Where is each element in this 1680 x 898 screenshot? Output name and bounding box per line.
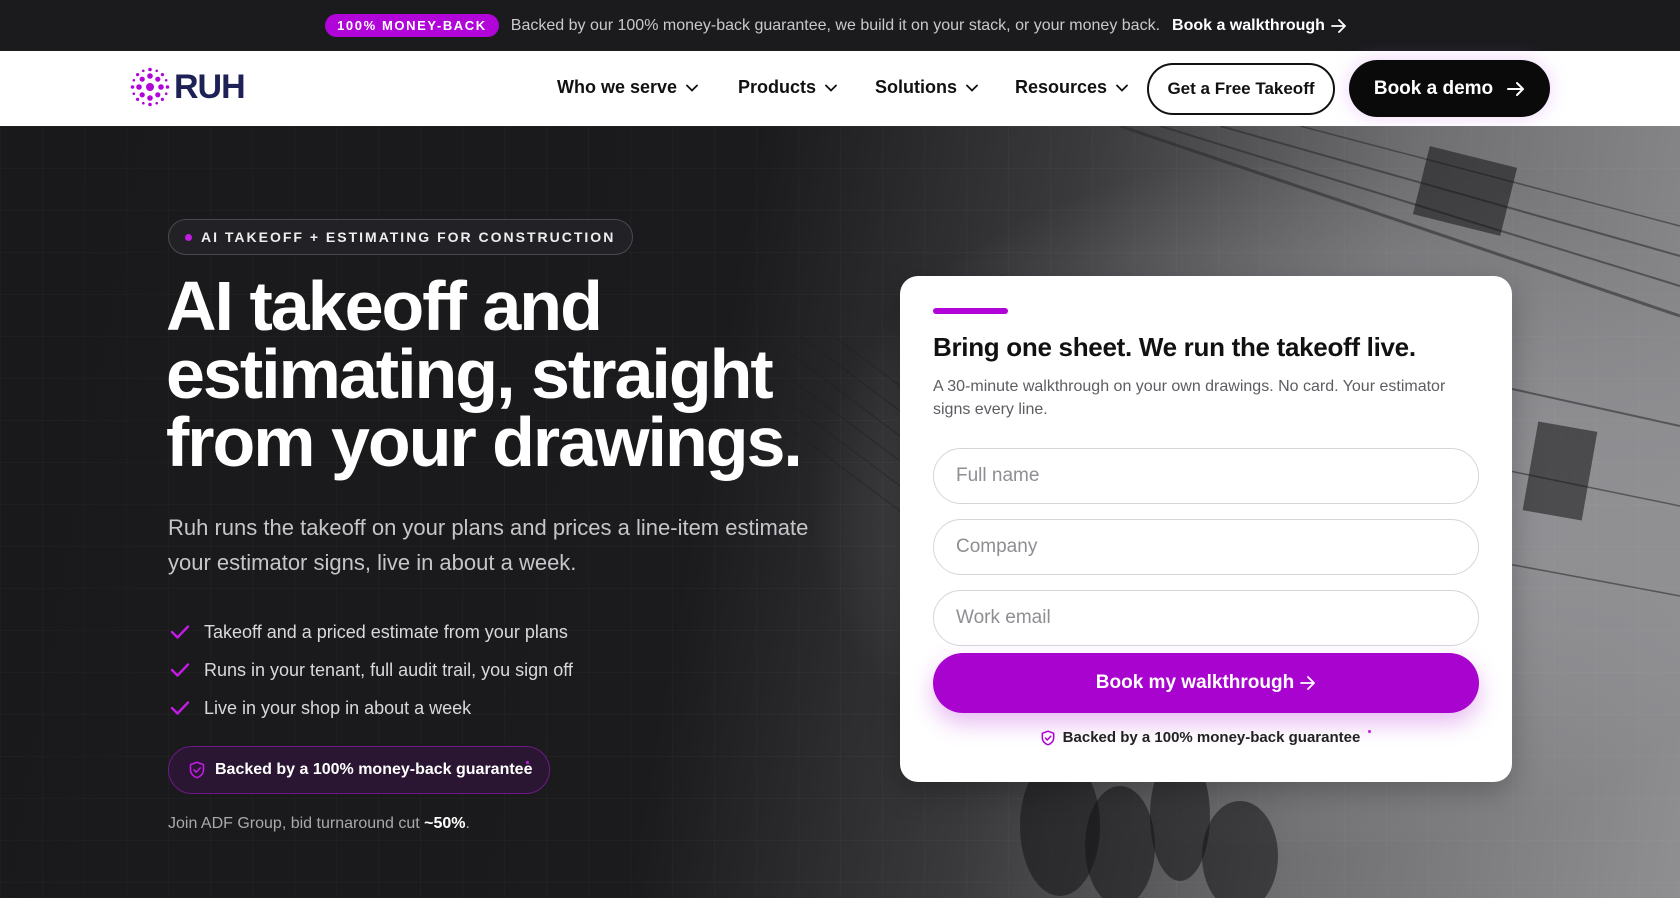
chevron-down-icon bbox=[825, 84, 837, 92]
checklist-item-text: Runs in your tenant, full audit trail, y… bbox=[204, 659, 573, 680]
hero-subhead: Ruh runs the takeoff on your plans and p… bbox=[168, 515, 809, 575]
shield-check-icon bbox=[189, 761, 205, 779]
book-walkthrough-link-label: Book a walkthrough bbox=[1172, 16, 1325, 34]
book-demo-button[interactable]: Book a demo bbox=[1349, 60, 1550, 117]
hero-guarantee-badge: Backed by a 100% money-back guarantee bbox=[168, 746, 550, 794]
shield-check-icon bbox=[1041, 729, 1055, 746]
hero-headline: AI takeoff and estimating, straight from… bbox=[166, 267, 846, 481]
arrow-right-icon bbox=[1507, 81, 1525, 96]
get-free-takeoff-button[interactable]: Get a Free Takeoff bbox=[1147, 63, 1335, 115]
nav-resources[interactable]: Resources bbox=[1015, 77, 1128, 98]
check-icon bbox=[170, 701, 190, 715]
work-email-field[interactable] bbox=[933, 590, 1479, 646]
social-proof-prefix: Join ADF Group, bid turnaround cut bbox=[168, 815, 420, 832]
nav-products[interactable]: Products bbox=[738, 77, 837, 98]
hero-eyebrow-text: AI TAKEOFF + ESTIMATING FOR CONSTRUCTION bbox=[201, 229, 616, 245]
announcement-text: Backed by our 100% money-back guarantee,… bbox=[510, 16, 1161, 34]
nav-solutions[interactable]: Solutions bbox=[875, 77, 978, 98]
checklist-item-text: Takeoff and a priced estimate from your … bbox=[204, 621, 568, 642]
hero-eyebrow-pill: AI TAKEOFF + ESTIMATING FOR CONSTRUCTION bbox=[168, 219, 634, 255]
hero-checklist: Takeoff and a priced estimate from your … bbox=[170, 613, 573, 727]
chevron-down-icon bbox=[686, 84, 698, 92]
announcement-bar: 100% MONEY-BACK Backed by our 100% money… bbox=[0, 0, 1680, 51]
checklist-item: Runs in your tenant, full audit trail, y… bbox=[170, 651, 573, 689]
money-back-badge: 100% MONEY-BACK bbox=[325, 14, 499, 37]
book-walkthrough-link[interactable]: Book a walkthrough bbox=[1172, 17, 1347, 35]
form-subtitle: A 30-minute walkthrough on your own draw… bbox=[933, 378, 1446, 418]
full-name-field[interactable] bbox=[933, 448, 1479, 504]
nav-who-we-serve[interactable]: Who we serve bbox=[557, 77, 698, 98]
check-icon bbox=[170, 625, 190, 639]
nav-resources-label: Resources bbox=[1015, 77, 1108, 97]
nav-solutions-label: Solutions bbox=[875, 77, 957, 97]
checklist-item-text: Live in your shop in about a week bbox=[204, 697, 472, 718]
card-accent-bar bbox=[933, 308, 1008, 314]
checklist-item: Takeoff and a priced estimate from your … bbox=[170, 613, 573, 651]
nav-products-label: Products bbox=[738, 77, 817, 97]
asterisk-dot bbox=[526, 761, 529, 764]
form-guarantee: Backed by a 100% money-back guarantee bbox=[900, 729, 1512, 746]
nav-who-we-serve-label: Who we serve bbox=[557, 77, 678, 97]
book-demo-button-label: Book a demo bbox=[1373, 77, 1494, 99]
hero-headline-line-1: AI takeoff and bbox=[166, 267, 603, 345]
book-my-walkthrough-button[interactable]: Book my walkthrough bbox=[933, 653, 1479, 713]
walkthrough-form-card: Bring one sheet. We run the takeoff live… bbox=[900, 276, 1512, 782]
chevron-down-icon bbox=[966, 84, 978, 92]
hero-headline-line-3: from your drawings. bbox=[166, 403, 803, 481]
social-proof-suffix: . bbox=[465, 815, 470, 832]
arrow-right-icon bbox=[1300, 676, 1316, 690]
hero-guarantee-text: Backed by a 100% money-back guarantee bbox=[215, 761, 533, 778]
book-my-walkthrough-label: Book my walkthrough bbox=[1095, 672, 1295, 693]
chevron-down-icon bbox=[1116, 84, 1128, 92]
form-title: Bring one sheet. We run the takeoff live… bbox=[933, 332, 1416, 362]
social-proof: Join ADF Group, bid turnaround cut ~50%. bbox=[168, 815, 470, 833]
hero-headline-line-2: estimating, straight bbox=[166, 335, 774, 413]
company-field[interactable] bbox=[933, 519, 1479, 575]
hero-section: AI TAKEOFF + ESTIMATING FOR CONSTRUCTION… bbox=[0, 126, 1680, 898]
checklist-item: Live in your shop in about a week bbox=[170, 689, 573, 727]
social-proof-value: ~50% bbox=[424, 815, 466, 832]
arrow-right-icon bbox=[1331, 18, 1346, 33]
dot-cluster-logo-icon bbox=[130, 67, 170, 107]
logo[interactable]: RUH bbox=[130, 67, 246, 107]
logo-wordmark: RUH bbox=[174, 67, 246, 106]
asterisk-dot bbox=[1368, 730, 1372, 733]
eyebrow-dot bbox=[185, 233, 192, 241]
check-icon bbox=[170, 663, 190, 677]
form-guarantee-text: Backed by a 100% money-back guarantee bbox=[1062, 729, 1361, 746]
